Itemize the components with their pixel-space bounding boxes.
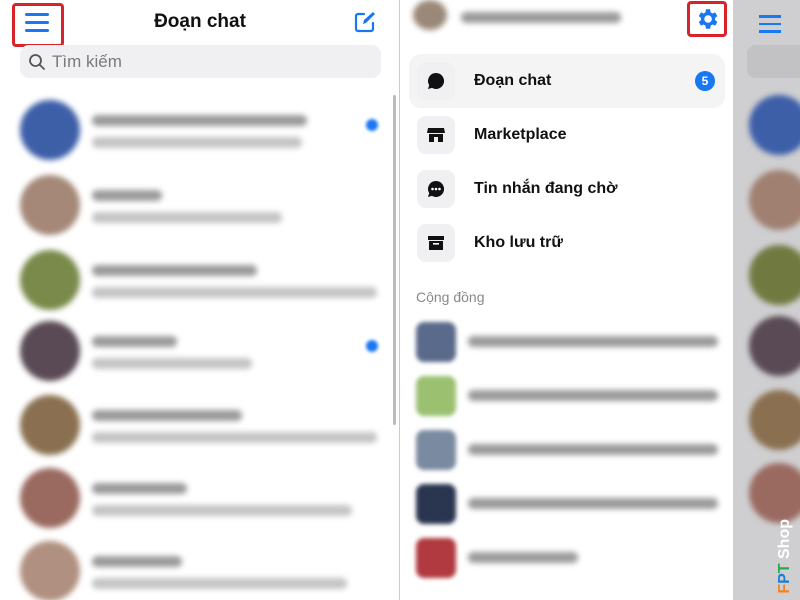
search-placeholder: Tìm kiếm — [52, 51, 122, 71]
menu-item-chats[interactable]: Đoạn chat 5 — [409, 54, 725, 108]
dimmed-chat-list[interactable]: FPT Shop — [733, 0, 800, 600]
avatar[interactable] — [413, 0, 447, 30]
compose-icon[interactable] — [354, 11, 376, 33]
chat-row[interactable] — [0, 245, 399, 315]
hamburger-icon — [759, 15, 781, 33]
chat-row[interactable] — [0, 390, 399, 460]
unread-badge: 5 — [695, 71, 715, 91]
community-item[interactable] — [416, 482, 726, 526]
chat-row[interactable] — [0, 463, 399, 533]
chat-row[interactable] — [0, 95, 399, 165]
community-item[interactable] — [416, 320, 726, 364]
store-icon — [417, 116, 455, 154]
community-item[interactable] — [416, 374, 726, 418]
chat-bubble-icon — [417, 62, 455, 100]
chat-row[interactable] — [0, 536, 399, 600]
profile-name — [461, 12, 621, 23]
gear-icon[interactable] — [694, 6, 720, 32]
drawer-screen: Đoạn chat 5 Marketplace Tin nhắn đang ch… — [401, 0, 800, 600]
search-input[interactable]: Tìm kiếm — [20, 45, 381, 78]
menu-item-pending-messages[interactable]: Tin nhắn đang chờ — [409, 162, 725, 216]
community-item[interactable] — [416, 428, 726, 472]
menu-item-archive[interactable]: Kho lưu trữ — [409, 216, 725, 270]
community-item[interactable] — [416, 536, 726, 580]
section-label-community: Cộng đồng — [416, 289, 485, 305]
menu-item-marketplace[interactable]: Marketplace — [409, 108, 725, 162]
archive-icon — [417, 224, 455, 262]
chat-list-screen: Đoạn chat Tìm kiếm — [0, 0, 400, 600]
page-title: Đoạn chat — [154, 11, 246, 32]
chat-row[interactable] — [0, 170, 399, 240]
watermark-logo: FPT Shop — [776, 519, 793, 594]
chat-row[interactable] — [0, 316, 399, 386]
pending-message-icon — [417, 170, 455, 208]
search-icon — [29, 53, 46, 70]
